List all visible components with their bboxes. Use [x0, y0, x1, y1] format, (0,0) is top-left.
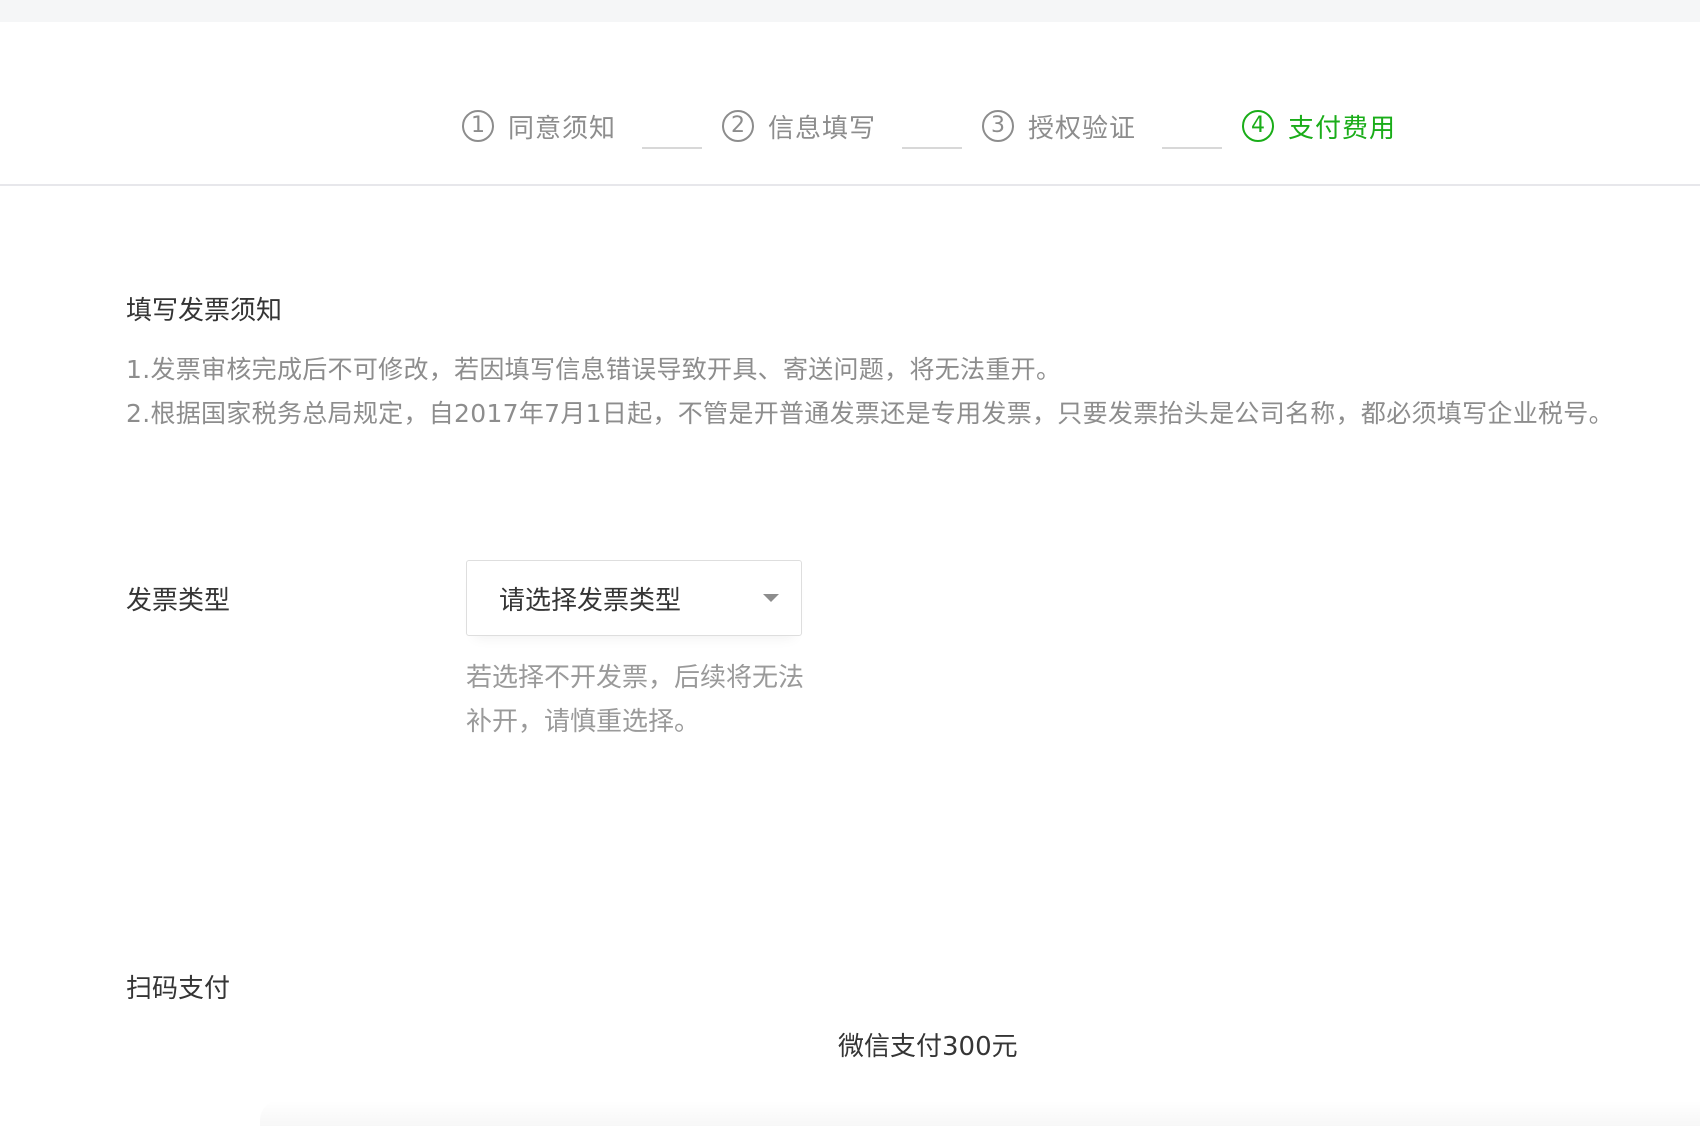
step-4-number: 4 [1242, 110, 1274, 142]
step-1-label: 同意须知 [508, 113, 617, 144]
step-3-number: 3 [982, 110, 1014, 142]
step-2-label: 信息填写 [768, 113, 877, 144]
step-indicator: 1 同意须知 2 信息填写 3 授权验证 4 支付费用 [0, 22, 1700, 186]
top-bar [0, 0, 1700, 22]
invoice-type-placeholder: 请选择发票类型 [499, 585, 682, 616]
invoice-type-tip: 若选择不开发票，后续将无法补开，请慎重选择。 [466, 663, 805, 737]
chevron-down-icon [763, 594, 779, 602]
invoice-notice-title: 填写发票须知 [126, 296, 283, 326]
invoice-type-select[interactable]: 请选择发票类型 [466, 560, 802, 636]
step-2-number: 2 [722, 110, 754, 142]
step-separator [902, 147, 962, 149]
invoice-notice-line-1: 1.发票审核完成后不可修改，若因填写信息错误导致开具、寄送问题，将无法重开。 [126, 355, 1062, 384]
step-4: 4 支付费用 [1242, 104, 1396, 148]
step-2: 2 信息填写 [722, 104, 876, 148]
step-separator [1162, 147, 1222, 149]
qr-panel-edge [260, 1100, 1700, 1126]
invoice-type-label: 发票类型 [126, 586, 231, 616]
step-3-label: 授权验证 [1028, 113, 1137, 144]
step-4-label: 支付费用 [1288, 113, 1397, 144]
invoice-notice-line-2: 2.根据国家税务总局规定，自2017年7月1日起，不管是开普通发票还是专用发票，… [126, 399, 1614, 428]
step-separator [642, 147, 702, 149]
invoice-notice-body: 1.发票审核完成后不可修改，若因填写信息错误导致开具、寄送问题，将无法重开。 2… [126, 348, 1700, 436]
wechat-pay-amount: 微信支付300元 [838, 1032, 1018, 1062]
step-1: 1 同意须知 [462, 104, 616, 148]
scan-pay-label: 扫码支付 [126, 974, 231, 1004]
step-3: 3 授权验证 [982, 104, 1136, 148]
step-1-number: 1 [462, 110, 494, 142]
